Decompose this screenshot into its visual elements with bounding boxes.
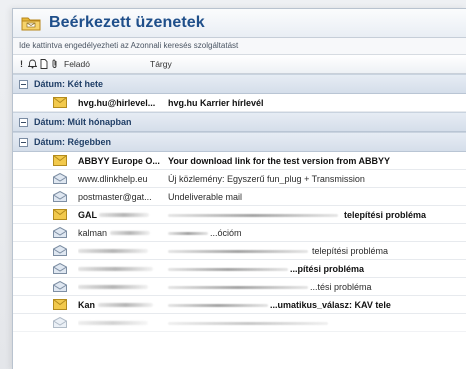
open-envelope-icon: [53, 173, 67, 184]
column-header-row: ! Feladó Tárgy: [13, 55, 466, 74]
message-subject: telepítési probléma: [162, 246, 466, 256]
message-from: [78, 282, 162, 292]
message-from: www.dlinkhelp.eu: [78, 173, 148, 184]
message-subject: telepítési probléma: [162, 210, 466, 220]
open-envelope-icon: [53, 191, 67, 202]
message-subject: ...umatikus_válasz: KAV tele: [162, 300, 466, 310]
collapse-icon[interactable]: [19, 79, 28, 89]
group-header-last-month[interactable]: Dátum: Múlt hónapban: [13, 112, 466, 132]
message-subject: Undeliverable mail: [168, 191, 243, 202]
group-label: Dátum: Régebben: [34, 137, 112, 147]
message-row[interactable]: postmaster@gat... Undeliverable mail: [13, 188, 466, 206]
message-subject: [162, 318, 466, 328]
message-from: Kan: [78, 300, 162, 310]
message-subject: ...ócióm: [162, 228, 466, 238]
message-from: [78, 264, 162, 274]
message-row[interactable]: hvg.hu@hirlevel... hvg.hu Karrier hírlev…: [13, 94, 466, 112]
message-from: [78, 246, 162, 256]
importance-column-icon[interactable]: !: [16, 58, 27, 70]
page-icon[interactable]: [38, 58, 49, 70]
subject-column-header[interactable]: Tárgy: [148, 59, 172, 69]
message-subject: ...tési probléma: [162, 282, 466, 292]
bottom-fade: [13, 330, 466, 369]
message-from: ABBYY Europe O...: [78, 155, 160, 166]
pane-title: Beérkezett üzenetek: [49, 14, 205, 31]
message-from: kalman: [78, 228, 162, 238]
message-row[interactable]: GAL telepítési probléma: [13, 206, 466, 224]
closed-envelope-icon: [53, 299, 67, 310]
pane-title-bar: Beérkezett üzenetek: [13, 9, 466, 38]
group-label: Dátum: Két hete: [34, 79, 104, 89]
open-envelope-icon: [53, 281, 67, 292]
message-row[interactable]: ABBYY Europe O... Your download link for…: [13, 152, 466, 170]
from-visible-part: kalman: [78, 227, 108, 238]
message-from: postmaster@gat...: [78, 191, 152, 202]
message-row[interactable]: telepítési probléma: [13, 242, 466, 260]
message-subject: Your download link for the test version …: [168, 155, 391, 166]
redacted-subject: [168, 285, 308, 289]
redacted-subject: [168, 231, 208, 235]
paperclip-icon[interactable]: [49, 58, 60, 70]
redacted-subject: [168, 249, 308, 253]
group-label: Dátum: Múlt hónapban: [34, 117, 132, 127]
message-subject: Új közlemény: Egyszerű fun_plug + Transm…: [168, 173, 365, 184]
subject-visible-part: telepítési probléma: [312, 245, 389, 256]
redacted-sender: [109, 231, 150, 236]
open-envelope-icon: [53, 227, 67, 238]
redacted-sender: [78, 249, 148, 254]
closed-envelope-icon: [53, 97, 67, 108]
closed-envelope-icon: [53, 155, 67, 166]
redacted-sender: [78, 267, 153, 272]
message-from: GAL: [78, 210, 162, 220]
closed-envelope-icon: [53, 209, 67, 220]
open-envelope-icon: [53, 263, 67, 274]
open-envelope-icon: [53, 245, 67, 256]
subject-visible-part: ...umatikus_válasz: KAV tele: [270, 299, 391, 310]
message-row[interactable]: Kan ...umatikus_válasz: KAV tele: [13, 296, 466, 314]
redacted-sender: [99, 213, 150, 218]
message-row[interactable]: ...tési probléma: [13, 278, 466, 296]
from-column-header[interactable]: Feladó: [60, 59, 148, 69]
collapse-icon[interactable]: [19, 117, 28, 127]
collapse-icon[interactable]: [19, 137, 28, 147]
from-visible-part: GAL: [78, 209, 97, 220]
inbox-folder-icon: [21, 15, 41, 31]
message-subject: hvg.hu Karrier hírlevél: [168, 97, 264, 108]
message-subject: ...pítési probléma: [162, 264, 466, 274]
message-from: [78, 318, 162, 328]
subject-visible-part: ...pítési probléma: [290, 263, 365, 274]
message-row-partial[interactable]: [13, 314, 466, 332]
from-visible-part: Kan: [78, 299, 96, 310]
redacted-subject: [168, 321, 328, 325]
message-from: hvg.hu@hirlevel...: [78, 97, 156, 108]
subject-visible-part: ...ócióm: [210, 227, 242, 238]
subject-visible-part: telepítési probléma: [344, 209, 427, 220]
redacted-subject: [168, 213, 338, 217]
bell-icon[interactable]: [27, 58, 38, 70]
redacted-sender: [78, 321, 148, 326]
redacted-subject: [168, 303, 268, 307]
redacted-subject: [168, 267, 288, 271]
screenshot-page: Beérkezett üzenetek Ide kattintva engedé…: [0, 0, 466, 369]
message-row[interactable]: kalman ...ócióm: [13, 224, 466, 242]
subject-visible-part: ...tési probléma: [310, 281, 372, 292]
message-row[interactable]: ...pítési probléma: [13, 260, 466, 278]
inbox-pane: Beérkezett üzenetek Ide kattintva engedé…: [12, 8, 466, 369]
redacted-sender: [97, 303, 153, 308]
group-header-older[interactable]: Dátum: Régebben: [13, 132, 466, 152]
open-envelope-icon: [53, 317, 67, 328]
redacted-sender: [78, 285, 148, 290]
instant-search-info-bar[interactable]: Ide kattintva engedélyezheti az Azonnali…: [13, 38, 466, 55]
group-header-two-weeks-ago[interactable]: Dátum: Két hete: [13, 74, 466, 94]
message-row[interactable]: www.dlinkhelp.eu Új közlemény: Egyszerű …: [13, 170, 466, 188]
